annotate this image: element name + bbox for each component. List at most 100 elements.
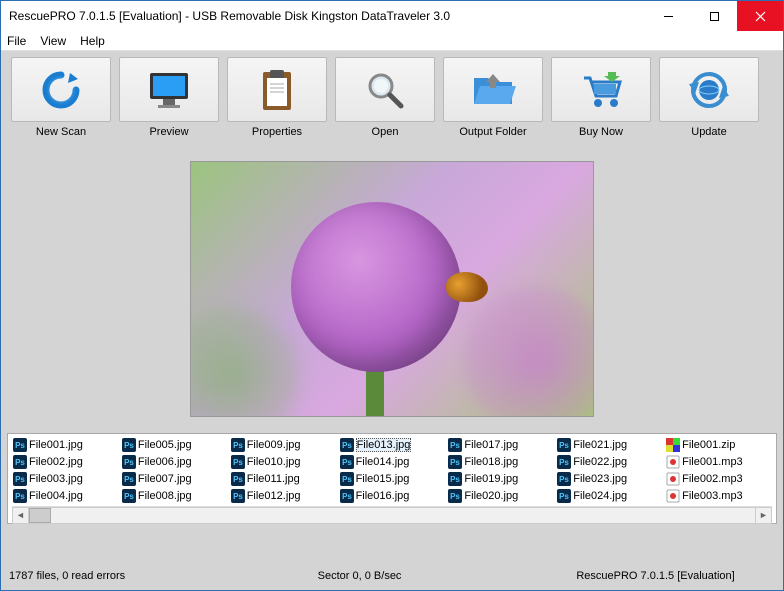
svg-text:Ps: Ps: [559, 458, 569, 467]
file-item[interactable]: PsFile016.jpg: [339, 487, 446, 504]
file-name: File018.jpg: [464, 456, 518, 468]
output-folder-button[interactable]: Output Folder: [443, 57, 543, 138]
file-name: File009.jpg: [247, 439, 301, 451]
scroll-right-button[interactable]: ►: [755, 507, 772, 524]
file-name: File010.jpg: [247, 456, 301, 468]
file-item[interactable]: PsFile011.jpg: [230, 470, 337, 487]
status-sector: Sector 0, 0 B/sec: [208, 570, 517, 582]
preview-button[interactable]: Preview: [119, 57, 219, 138]
file-name: File019.jpg: [464, 473, 518, 485]
file-item[interactable]: PsFile024.jpg: [556, 487, 663, 504]
svg-text:Ps: Ps: [451, 475, 461, 484]
file-item[interactable]: PsFile017.jpg: [447, 436, 554, 453]
file-item[interactable]: Ps File007.jpg: [121, 470, 228, 487]
file-name: File002.mp3: [682, 473, 743, 485]
horizontal-scrollbar[interactable]: ◄ ►: [12, 506, 772, 523]
scroll-left-button[interactable]: ◄: [12, 507, 29, 524]
ps-file-icon: Ps: [122, 489, 136, 503]
file-name: File001.jpg: [29, 439, 83, 451]
file-item[interactable]: Ps File005.jpg: [121, 436, 228, 453]
file-item[interactable]: File001.zip: [665, 436, 772, 453]
file-item[interactable]: PsFile003.jpg: [12, 470, 119, 487]
file-name: File014.jpg: [356, 456, 410, 468]
file-item[interactable]: File002.mp3: [665, 470, 772, 487]
ps-file-icon: Ps: [340, 455, 354, 469]
svg-text:Ps: Ps: [559, 441, 569, 450]
ps-file-icon: Ps: [557, 455, 571, 469]
file-item[interactable]: File001.mp3: [665, 453, 772, 470]
window-title: RescuePRO 7.0.1.5 [Evaluation] - USB Rem…: [9, 9, 645, 23]
svg-text:Ps: Ps: [451, 492, 461, 501]
minimize-button[interactable]: [645, 1, 691, 31]
svg-text:Ps: Ps: [15, 441, 25, 450]
buy-now-button[interactable]: Buy Now: [551, 57, 651, 138]
file-item[interactable]: Ps File001.jpg: [12, 436, 119, 453]
svg-text:Ps: Ps: [124, 475, 134, 484]
properties-button[interactable]: Properties: [227, 57, 327, 138]
file-name: File005.jpg: [138, 439, 192, 451]
svg-text:Ps: Ps: [559, 492, 569, 501]
status-version: RescuePRO 7.0.1.5 [Evaluation]: [516, 570, 775, 582]
svg-text:Ps: Ps: [124, 492, 134, 501]
file-item[interactable]: PsFile018.jpg: [447, 453, 554, 470]
close-button[interactable]: [737, 1, 783, 31]
file-item[interactable]: PsFile004.jpg: [12, 487, 119, 504]
ps-file-icon: Ps: [340, 438, 354, 452]
svg-text:Ps: Ps: [15, 458, 25, 467]
menu-view[interactable]: View: [40, 34, 66, 48]
ps-file-icon: Ps: [122, 472, 136, 486]
svg-text:Ps: Ps: [124, 441, 134, 450]
file-item[interactable]: PsFile019.jpg: [447, 470, 554, 487]
globe-refresh-icon: [659, 57, 759, 122]
file-item[interactable]: PsFile022.jpg: [556, 453, 663, 470]
svg-text:Ps: Ps: [233, 441, 243, 450]
output-folder-label: Output Folder: [459, 126, 526, 138]
file-item[interactable]: PsFile008.jpg: [121, 487, 228, 504]
ps-file-icon: Ps: [13, 455, 27, 469]
menu-help[interactable]: Help: [80, 34, 105, 48]
file-item[interactable]: PsFile006.jpg: [121, 453, 228, 470]
svg-text:Ps: Ps: [559, 475, 569, 484]
file-name: File013.jpg: [356, 438, 412, 452]
folder-up-icon: [443, 57, 543, 122]
file-item[interactable]: PsFile012.jpg: [230, 487, 337, 504]
file-item[interactable]: PsFile020.jpg: [447, 487, 554, 504]
file-name: File001.zip: [682, 439, 735, 451]
update-button[interactable]: Update: [659, 57, 759, 138]
menu-file[interactable]: File: [7, 34, 26, 48]
file-name: File001.mp3: [682, 456, 743, 468]
svg-text:Ps: Ps: [451, 441, 461, 450]
file-item[interactable]: PsFile023.jpg: [556, 470, 663, 487]
file-name: File004.jpg: [29, 490, 83, 502]
open-button[interactable]: Open: [335, 57, 435, 138]
file-item[interactable]: PsFile014.jpg: [339, 453, 446, 470]
mp3-file-icon: [666, 489, 680, 503]
file-item[interactable]: Ps File010.jpg: [230, 453, 337, 470]
file-item[interactable]: PsFile021.jpg: [556, 436, 663, 453]
ps-file-icon: Ps: [13, 489, 27, 503]
svg-text:Ps: Ps: [451, 458, 461, 467]
maximize-button[interactable]: [691, 1, 737, 31]
scroll-track[interactable]: [29, 507, 755, 524]
scroll-thumb[interactable]: [29, 508, 51, 523]
file-name: File002.jpg: [29, 456, 83, 468]
ps-file-icon: Ps: [557, 472, 571, 486]
file-item[interactable]: PsFile013.jpg: [339, 436, 446, 453]
ps-file-icon: Ps: [448, 455, 462, 469]
file-item[interactable]: PsFile015.jpg: [339, 470, 446, 487]
file-item[interactable]: Ps File009.jpg: [230, 436, 337, 453]
file-list-panel: PsFile001.jpgPsFile002.jpgPsFile003.jpgP…: [7, 433, 777, 524]
file-item[interactable]: File003.mp3: [665, 487, 772, 504]
svg-text:Ps: Ps: [233, 458, 243, 467]
ps-file-icon: Ps: [448, 489, 462, 503]
ps-file-icon: Ps: [122, 455, 136, 469]
file-name: File020.jpg: [464, 490, 518, 502]
file-item[interactable]: Ps File002.jpg: [12, 453, 119, 470]
monitor-icon: [119, 57, 219, 122]
toolbar: New Scan Preview Properties Open Output …: [1, 51, 783, 151]
file-name: File007.jpg: [138, 473, 192, 485]
magnifier-icon: [335, 57, 435, 122]
new-scan-button[interactable]: New Scan: [11, 57, 111, 138]
ps-file-icon: Ps: [231, 489, 245, 503]
ps-file-icon: Ps: [231, 472, 245, 486]
